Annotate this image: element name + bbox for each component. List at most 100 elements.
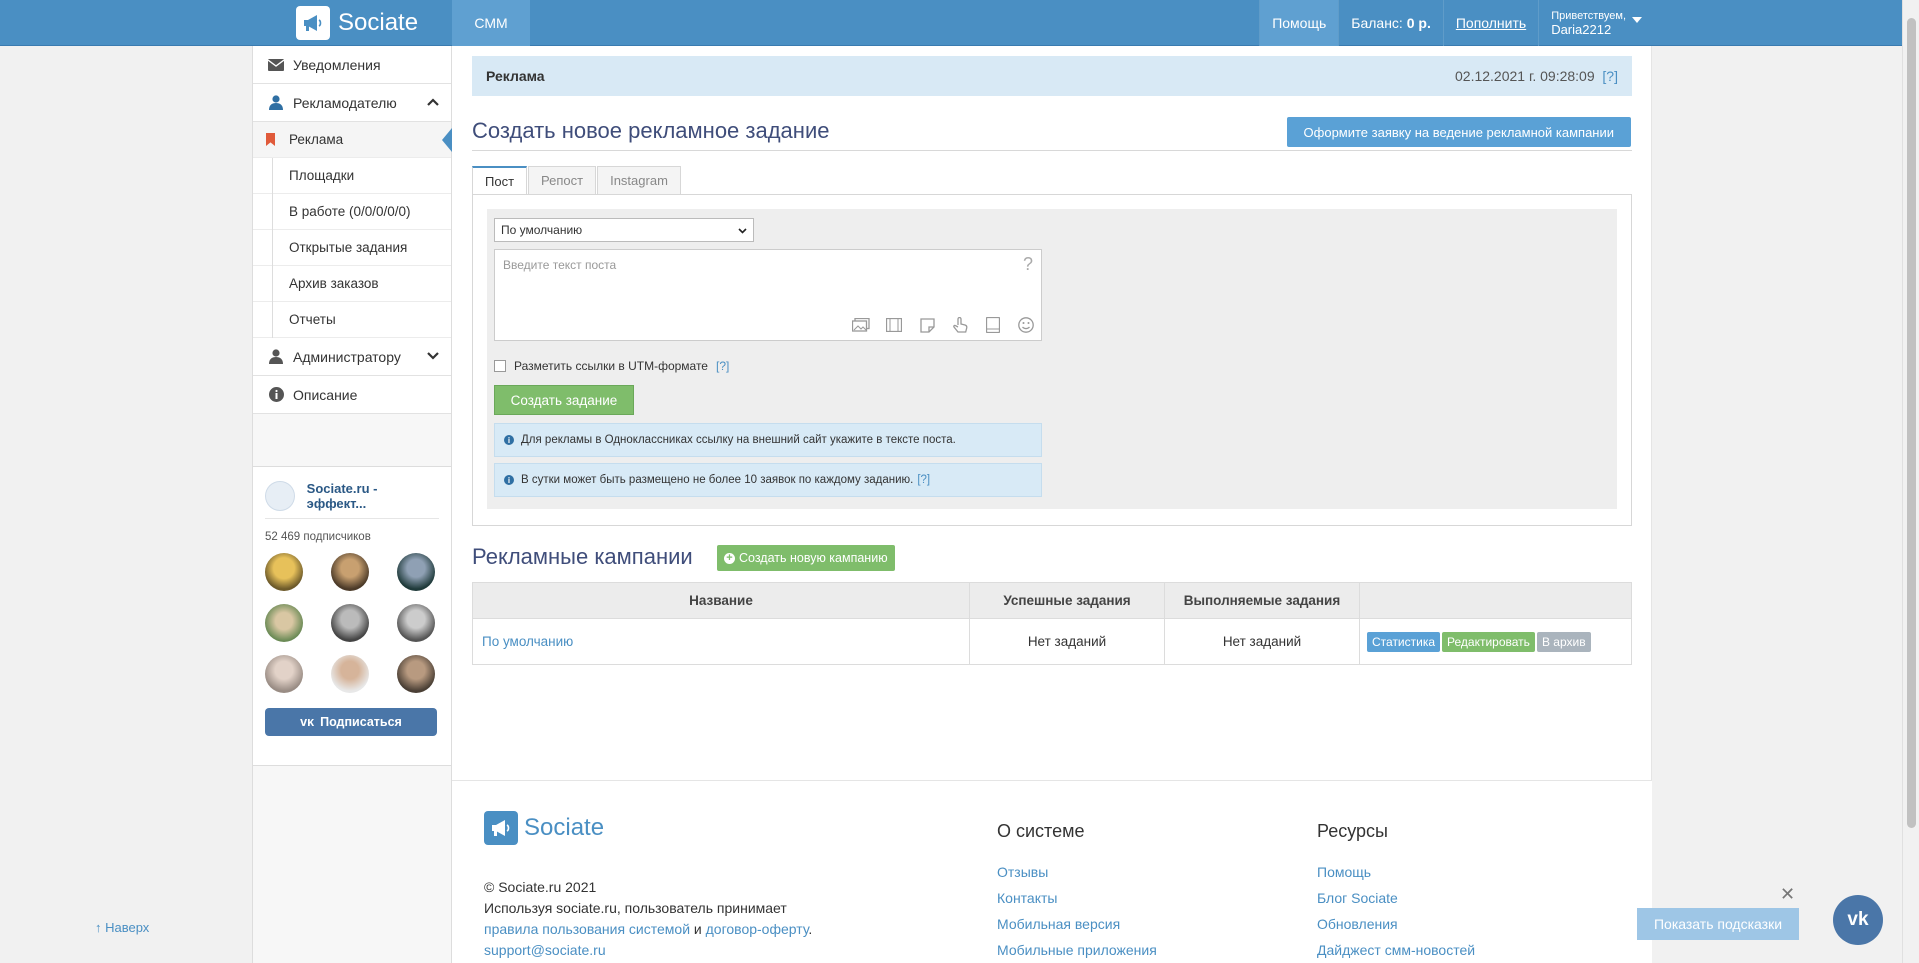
edit-button[interactable]: Редактировать <box>1442 631 1535 652</box>
user-menu[interactable]: Приветствуем, Daria2212 <box>1538 0 1652 46</box>
tab-smm[interactable]: СММ <box>452 0 530 46</box>
footer-resources: Ресурсы Помощь Блог Sociate Обновления Д… <box>1317 821 1475 963</box>
utm-help-link[interactable]: [?] <box>716 359 729 373</box>
page-title: Создать новое рекламное задание <box>472 118 830 143</box>
footer-link[interactable]: Блог Sociate <box>1317 885 1475 911</box>
attachment-toolbar <box>850 314 1037 336</box>
user-icon <box>267 95 285 111</box>
legal-line: Используя sociate.ru, пользователь прини… <box>484 900 787 916</box>
column-header: Успешные задания <box>969 582 1165 619</box>
avatar[interactable] <box>265 604 303 642</box>
footer-link[interactable]: Обновления <box>1317 911 1475 937</box>
offer-link[interactable]: договор-оферту <box>706 921 809 937</box>
vk-subscribe-button[interactable]: ᴠᴋ Подписаться <box>265 708 437 736</box>
footer-link[interactable]: Дайджест смм-новостей <box>1317 937 1475 963</box>
scrollbar-thumb[interactable] <box>1907 18 1916 828</box>
vk-icon: ᴠᴋ <box>300 715 315 729</box>
support-email-link[interactable]: support@sociate.ru <box>484 942 606 958</box>
page-scrollbar[interactable] <box>1902 0 1919 963</box>
avatar[interactable] <box>397 655 435 693</box>
sidebar-item-admin[interactable]: Администратору <box>253 338 451 376</box>
sidebar-subitem-platforms[interactable]: Площадки <box>253 158 451 194</box>
note-icon[interactable] <box>916 314 938 336</box>
create-campaign-button[interactable]: + Создать новую кампанию <box>717 545 895 571</box>
running-tasks-cell: Нет заданий <box>1164 618 1360 665</box>
utm-checkbox[interactable] <box>494 360 506 372</box>
sidebar-item-notifications[interactable]: Уведомления <box>253 46 451 84</box>
chevron-up-icon[interactable] <box>427 95 439 109</box>
poll-hand-icon[interactable] <box>949 314 971 336</box>
close-hints-icon[interactable]: ✕ <box>1780 884 1795 905</box>
smile-icon[interactable] <box>1015 314 1037 336</box>
archive-button[interactable]: В архив <box>1536 631 1591 652</box>
vk-chat-button[interactable]: vk <box>1833 895 1883 945</box>
limit-help-link[interactable]: [?] <box>917 474 930 486</box>
avatar[interactable] <box>331 604 369 642</box>
avatar[interactable] <box>331 655 369 693</box>
campaign-select[interactable]: По умолчанию <box>494 218 754 242</box>
balance: Баланс: 0 р. <box>1338 0 1443 46</box>
vk-widget-header[interactable]: Sociate.ru - эффект... <box>265 479 439 519</box>
footer-link[interactable]: Отзывы <box>997 859 1157 885</box>
campaign-name-link[interactable]: По умолчанию <box>472 618 970 665</box>
user-icon <box>267 349 285 365</box>
tab-instagram[interactable]: Instagram <box>597 166 681 194</box>
avatar[interactable] <box>397 604 435 642</box>
sidebar-item-label: Описание <box>293 386 358 403</box>
tablet-icon[interactable] <box>982 314 1004 336</box>
utm-label: Разметить ссылки в UTM-формате <box>514 359 708 373</box>
top-bar: Sociate СММ Помощь Баланс: 0 р. Пополнит… <box>0 0 1902 46</box>
vk-community-widget: Sociate.ru - эффект... 52 469 подписчико… <box>253 466 451 766</box>
sidebar-subitem-open-tasks[interactable]: Открытые задания <box>253 230 451 266</box>
greeting: Приветствуем, <box>1551 10 1626 22</box>
server-datetime: 02.12.2021 г. 09:28:09 <box>1455 68 1595 84</box>
avatar[interactable] <box>265 655 303 693</box>
footer-logo[interactable]: Sociate <box>484 811 604 845</box>
footer-link[interactable]: Мобильные приложения <box>997 937 1157 963</box>
subscribers-count: 52 469 подписчиков <box>265 531 371 543</box>
rules-link[interactable]: правила пользования системой <box>484 921 690 937</box>
tab-post[interactable]: Пост <box>472 166 528 194</box>
sidebar-subitem-label: Открытые задания <box>289 240 408 255</box>
sidebar-subitem-archive[interactable]: Архив заказов <box>253 266 451 302</box>
scroll-to-top-link[interactable]: ↑ Наверх <box>95 920 149 935</box>
footer-link[interactable]: Мобильная версия <box>997 911 1157 937</box>
help-link[interactable]: Помощь <box>1259 0 1339 46</box>
post-text-input[interactable]: Введите текст поста ? <box>494 249 1042 341</box>
avatar[interactable] <box>331 553 369 591</box>
video-icon[interactable] <box>883 314 905 336</box>
info-icon: i <box>504 475 514 485</box>
tab-repost[interactable]: Репост <box>528 166 597 194</box>
question-icon[interactable]: ? <box>1023 254 1033 275</box>
help-question-link[interactable]: [?] <box>1602 68 1618 84</box>
chevron-down-icon[interactable] <box>427 349 439 363</box>
avatar[interactable] <box>265 553 303 591</box>
photo-icon[interactable] <box>850 314 872 336</box>
actions-cell: Статистика Редактировать В архив <box>1359 618 1632 665</box>
sidebar-subitem-label: В работе (0/0/0/0/0) <box>289 204 411 219</box>
show-hints-button[interactable]: Показать подсказки <box>1637 908 1799 940</box>
chevron-down-icon <box>738 223 747 237</box>
logo[interactable]: Sociate <box>296 6 418 40</box>
sidebar-subitem-label: Архив заказов <box>289 276 379 291</box>
statistics-button[interactable]: Статистика <box>1367 631 1441 652</box>
order-campaign-button[interactable]: Оформите заявку на ведение рекламной кам… <box>1286 117 1631 147</box>
footer-link[interactable]: Контакты <box>997 885 1157 911</box>
active-indicator <box>442 128 452 152</box>
create-task-button[interactable]: Создать задание <box>494 385 634 415</box>
sidebar-subitem-reports[interactable]: Отчеты <box>253 302 451 338</box>
footer-about-title: О системе <box>997 821 1085 841</box>
community-avatar <box>265 480 295 511</box>
topup-link[interactable]: Пополнить <box>1442 0 1538 46</box>
sidebar-subitem-ads[interactable]: Реклама <box>253 122 452 158</box>
sidebar-item-description[interactable]: Описание <box>253 376 451 414</box>
footer-legal: © Sociate.ru 2021 Используя sociate.ru, … <box>484 877 812 961</box>
sidebar-item-advertiser[interactable]: Рекламодателю <box>253 84 451 122</box>
sidebar-subitem-in-progress[interactable]: В работе (0/0/0/0/0) <box>253 194 451 230</box>
community-name: Sociate.ru - эффект... <box>306 480 378 511</box>
task-form-inner: По умолчанию Введите текст поста ? Разме… <box>487 209 1617 509</box>
bookmark-icon <box>266 133 275 146</box>
info-message-text: Для рекламы в Одноклассниках ссылку на в… <box>521 434 956 446</box>
footer-link[interactable]: Помощь <box>1317 859 1475 885</box>
avatar[interactable] <box>397 553 435 591</box>
